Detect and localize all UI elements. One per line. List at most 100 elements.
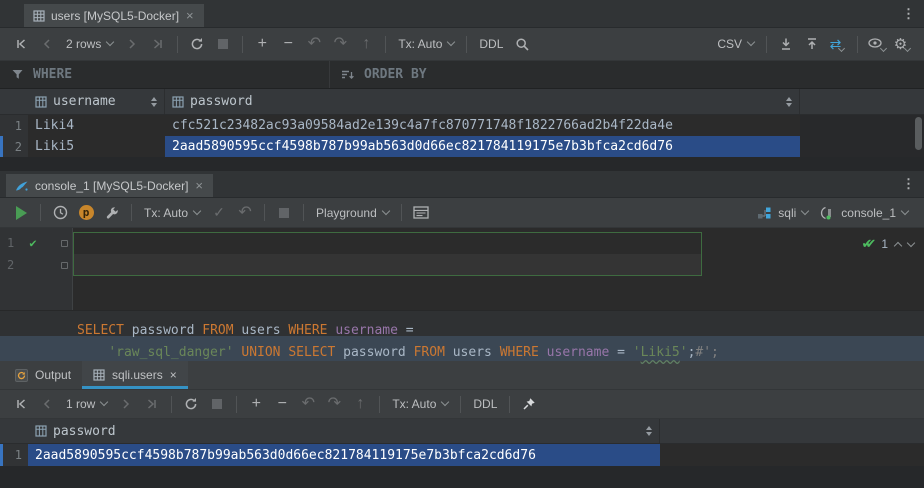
- sql-editor[interactable]: 1 ✔ 2 SELECT password FROM users WHERE u…: [0, 228, 924, 310]
- close-icon[interactable]: ×: [170, 368, 177, 382]
- run-button[interactable]: [10, 202, 32, 224]
- result-view-icon[interactable]: [410, 202, 432, 224]
- export-data-icon[interactable]: [775, 33, 797, 55]
- sort-toggle-icon[interactable]: [786, 97, 792, 107]
- tx-mode-dropdown[interactable]: Tx: Auto: [392, 37, 460, 51]
- compare-icon[interactable]: ⇄: [827, 33, 849, 55]
- rollback-button[interactable]: ↶: [234, 202, 256, 224]
- chevron-down-icon: [447, 38, 455, 46]
- chevron-down-icon[interactable]: [907, 239, 915, 247]
- column-header-username[interactable]: username: [28, 89, 165, 114]
- session-icon: [820, 206, 835, 220]
- next-page-button[interactable]: [115, 393, 137, 415]
- settings-wrench-icon[interactable]: [101, 202, 123, 224]
- column-header-password[interactable]: password: [28, 419, 660, 443]
- tab-output[interactable]: Output: [4, 361, 82, 389]
- row-number[interactable]: 1: [0, 115, 28, 136]
- success-double-check-icon: ✔✔: [862, 236, 870, 252]
- parameters-badge-icon[interactable]: p: [75, 202, 97, 224]
- last-page-button[interactable]: [141, 393, 163, 415]
- gutter-line: 2: [0, 254, 72, 276]
- view-options-eye-icon[interactable]: [866, 33, 888, 55]
- editor-tab-bar: users [MySQL5-Docker] × ⋮: [0, 0, 924, 28]
- submit-button[interactable]: ↑: [355, 33, 377, 55]
- row-filler: [660, 444, 924, 466]
- rollback-button[interactable]: ↷: [323, 393, 345, 415]
- ddl-button[interactable]: DDL: [473, 37, 509, 51]
- row-number[interactable]: 1: [0, 444, 28, 466]
- import-data-icon[interactable]: [801, 33, 823, 55]
- row-number-gutter-header: [0, 89, 28, 114]
- tab-label: console_1 [MySQL5-Docker]: [35, 179, 188, 193]
- page-size-dropdown[interactable]: 2 rows: [60, 37, 119, 51]
- close-icon[interactable]: ×: [185, 9, 195, 22]
- chevron-up-icon[interactable]: [894, 241, 902, 249]
- divider: [385, 36, 386, 53]
- order-by-filter-input[interactable]: ORDER BY: [330, 61, 438, 88]
- divider: [857, 36, 858, 53]
- chevron-down-icon: [106, 38, 114, 46]
- sql-code[interactable]: SELECT password FROM users WHERE usernam…: [73, 228, 924, 310]
- kebab-menu-icon[interactable]: ⋮: [902, 6, 915, 22]
- divider: [303, 204, 304, 221]
- fold-marker-icon[interactable]: [61, 240, 68, 247]
- revert-button[interactable]: ↶: [303, 33, 325, 55]
- header-filler: [800, 89, 924, 114]
- tx-mode-dropdown[interactable]: Tx: Auto: [386, 397, 454, 411]
- sort-lines-icon: [341, 69, 355, 81]
- grid-header-row: username password: [0, 89, 924, 115]
- rollback-button[interactable]: ↷: [329, 33, 351, 55]
- divider: [171, 396, 172, 413]
- submit-button[interactable]: ↑: [349, 393, 371, 415]
- stop-button[interactable]: [212, 33, 234, 55]
- divider: [40, 204, 41, 221]
- order-by-placeholder: ORDER BY: [364, 67, 427, 82]
- add-row-button[interactable]: +: [245, 393, 267, 415]
- first-page-button[interactable]: [10, 393, 32, 415]
- history-clock-icon[interactable]: [49, 202, 71, 224]
- cell-password-selected[interactable]: 2aad5890595ccf4598b787b99ab563d0d66ec821…: [28, 444, 660, 466]
- prev-page-button[interactable]: [36, 393, 58, 415]
- tx-mode-dropdown[interactable]: Tx: Auto: [138, 206, 206, 220]
- settings-gear-icon[interactable]: ⚙: [892, 33, 914, 55]
- close-icon[interactable]: ×: [194, 179, 204, 192]
- next-page-button[interactable]: [121, 33, 143, 55]
- column-header-password[interactable]: password: [165, 89, 800, 114]
- refresh-button[interactable]: [186, 33, 208, 55]
- sort-toggle-icon[interactable]: [646, 426, 652, 436]
- fold-marker-icon[interactable]: [61, 262, 68, 269]
- kebab-menu-icon[interactable]: ⋮: [902, 176, 915, 192]
- export-format-dropdown[interactable]: CSV: [711, 37, 760, 51]
- row-number[interactable]: 2: [0, 136, 28, 157]
- grid-empty-area: [0, 157, 924, 171]
- delete-row-button[interactable]: −: [277, 33, 299, 55]
- vertical-scrollbar[interactable]: [915, 117, 922, 150]
- ddl-button[interactable]: DDL: [467, 397, 503, 411]
- tab-users-table[interactable]: users [MySQL5-Docker] ×: [24, 4, 204, 27]
- where-filter-input[interactable]: WHERE: [0, 61, 330, 88]
- commit-button[interactable]: ✓: [208, 202, 230, 224]
- console-toolbar: p Tx: Auto ✓ ↶ Playground sqli console_1: [0, 198, 924, 228]
- cell-username[interactable]: Liki4: [28, 115, 165, 136]
- cell-username[interactable]: Liki5: [28, 136, 165, 157]
- playground-mode-dropdown[interactable]: Playground: [310, 206, 395, 220]
- first-page-button[interactable]: [10, 33, 32, 55]
- search-icon[interactable]: [511, 33, 533, 55]
- delete-row-button[interactable]: −: [271, 393, 293, 415]
- revert-button[interactable]: ↶: [297, 393, 319, 415]
- sort-toggle-icon[interactable]: [151, 97, 157, 107]
- prev-page-button[interactable]: [36, 33, 58, 55]
- page-size-dropdown[interactable]: 1 row: [60, 397, 113, 411]
- add-row-button[interactable]: +: [251, 33, 273, 55]
- cell-password[interactable]: cfc521c23482ac93a09584ad2e139c4a7fc87077…: [165, 115, 800, 136]
- refresh-button[interactable]: [180, 393, 202, 415]
- tab-console[interactable]: console_1 [MySQL5-Docker] ×: [6, 174, 213, 197]
- stop-button[interactable]: [206, 393, 228, 415]
- stop-button[interactable]: [273, 202, 295, 224]
- tab-sqli-users-result[interactable]: sqli.users ×: [82, 361, 188, 389]
- session-dropdown[interactable]: console_1: [814, 206, 914, 220]
- last-page-button[interactable]: [147, 33, 169, 55]
- schema-dropdown[interactable]: sqli: [751, 206, 814, 220]
- pin-tab-icon[interactable]: [518, 393, 540, 415]
- cell-password-selected[interactable]: 2aad5890595ccf4598b787b99ab563d0d66ec821…: [165, 136, 800, 157]
